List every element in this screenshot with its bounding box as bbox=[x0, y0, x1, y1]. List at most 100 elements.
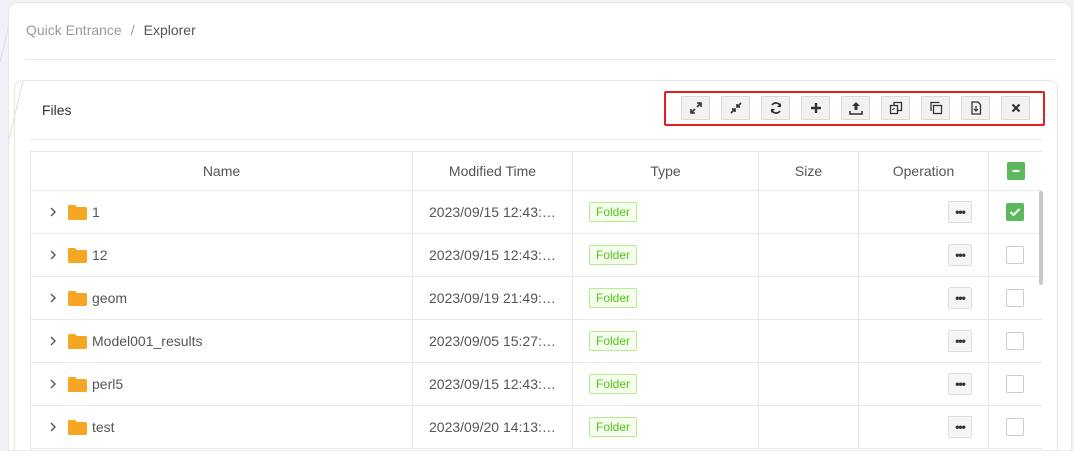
row-checkbox[interactable] bbox=[1006, 418, 1024, 436]
folder-icon bbox=[68, 419, 87, 435]
more-icon: ••• bbox=[955, 420, 966, 434]
copy-button[interactable] bbox=[881, 96, 910, 120]
chevron-right-icon[interactable] bbox=[49, 206, 58, 218]
folder-icon bbox=[68, 204, 87, 220]
minus-icon bbox=[1012, 170, 1019, 172]
more-icon: ••• bbox=[955, 205, 966, 219]
file-name[interactable]: 12 bbox=[92, 247, 108, 263]
type-cell: Folder bbox=[573, 277, 759, 319]
more-icon: ••• bbox=[955, 291, 966, 305]
table-row[interactable]: perl5 2023/09/15 12:43:… Folder ••• bbox=[31, 363, 1042, 406]
modified-time-cell: 2023/09/19 21:49:… bbox=[413, 277, 573, 319]
more-actions-button[interactable]: ••• bbox=[948, 330, 972, 352]
select-cell bbox=[989, 320, 1041, 362]
more-icon: ••• bbox=[955, 248, 966, 262]
row-checkbox[interactable] bbox=[1006, 203, 1024, 221]
row-checkbox[interactable] bbox=[1006, 375, 1024, 393]
modified-time-cell: 2023/09/15 12:43:… bbox=[413, 234, 573, 276]
copy-icon bbox=[889, 101, 902, 115]
panel-title: Files bbox=[42, 102, 72, 118]
name-cell: geom bbox=[31, 277, 413, 319]
table-row[interactable]: Model001_results 2023/09/05 15:27:… Fold… bbox=[31, 320, 1042, 363]
name-cell: 12 bbox=[31, 234, 413, 276]
chevron-right-icon[interactable] bbox=[49, 421, 58, 433]
plus-icon bbox=[810, 103, 821, 113]
column-header-type[interactable]: Type bbox=[573, 152, 759, 190]
more-actions-button[interactable]: ••• bbox=[948, 201, 972, 223]
type-badge: Folder bbox=[589, 288, 638, 308]
chevron-right-icon[interactable] bbox=[49, 249, 58, 261]
more-actions-button[interactable]: ••• bbox=[948, 244, 972, 266]
operation-cell: ••• bbox=[859, 406, 989, 448]
column-header-modified[interactable]: Modified Time bbox=[413, 152, 573, 190]
collapse-all-button[interactable] bbox=[721, 96, 750, 120]
type-cell: Folder bbox=[573, 234, 759, 276]
breadcrumb-item-quick-entrance[interactable]: Quick Entrance bbox=[26, 22, 122, 38]
column-header-name[interactable]: Name bbox=[31, 152, 413, 190]
operation-cell: ••• bbox=[859, 191, 989, 233]
refresh-button[interactable] bbox=[761, 96, 790, 120]
type-cell: Folder bbox=[573, 406, 759, 448]
chevron-right-icon[interactable] bbox=[49, 378, 58, 390]
type-badge: Folder bbox=[589, 245, 638, 265]
file-name[interactable]: Model001_results bbox=[92, 333, 203, 349]
file-name[interactable]: geom bbox=[92, 290, 127, 306]
more-icon: ••• bbox=[955, 377, 966, 391]
column-header-size[interactable]: Size bbox=[759, 152, 859, 190]
compress-icon bbox=[729, 102, 742, 114]
name-cell: Model001_results bbox=[31, 320, 413, 362]
modified-time: 2023/09/05 15:27:… bbox=[429, 333, 556, 349]
breadcrumb: Quick Entrance / Explorer bbox=[26, 22, 196, 38]
duplicate-icon bbox=[929, 101, 942, 115]
select-all-checkbox[interactable] bbox=[1006, 162, 1025, 180]
modified-time-cell: 2023/09/15 12:43:… bbox=[413, 363, 573, 405]
expand-icon bbox=[689, 102, 702, 114]
select-cell bbox=[989, 363, 1041, 405]
table-row[interactable]: 1 2023/09/15 12:43:… Folder ••• bbox=[31, 191, 1042, 234]
upload-button[interactable] bbox=[841, 96, 870, 120]
chevron-right-icon[interactable] bbox=[49, 292, 58, 304]
row-checkbox[interactable] bbox=[1006, 246, 1024, 264]
table-header: Name Modified Time Type Size Operation bbox=[31, 152, 1042, 191]
table-row[interactable]: geom 2023/09/19 21:49:… Folder ••• bbox=[31, 277, 1042, 320]
type-badge: Folder bbox=[589, 417, 638, 437]
type-cell: Folder bbox=[573, 191, 759, 233]
file-name[interactable]: 1 bbox=[92, 204, 100, 220]
size-cell bbox=[759, 277, 859, 319]
size-cell bbox=[759, 320, 859, 362]
modified-time-cell: 2023/09/15 12:43:… bbox=[413, 191, 573, 233]
panel-corner-decoration bbox=[9, 81, 24, 140]
size-cell bbox=[759, 191, 859, 233]
chevron-right-icon[interactable] bbox=[49, 335, 58, 347]
type-badge: Folder bbox=[589, 374, 638, 394]
row-checkbox[interactable] bbox=[1006, 289, 1024, 307]
select-cell bbox=[989, 191, 1041, 233]
file-name[interactable]: perl5 bbox=[92, 376, 123, 392]
table-scrollbar[interactable] bbox=[1039, 191, 1043, 285]
add-button[interactable] bbox=[801, 96, 830, 120]
breadcrumb-separator: / bbox=[130, 22, 135, 38]
breadcrumb-item-explorer: Explorer bbox=[143, 22, 196, 38]
duplicate-button[interactable] bbox=[921, 96, 950, 120]
download-button[interactable] bbox=[961, 96, 990, 120]
more-actions-button[interactable]: ••• bbox=[948, 373, 972, 395]
name-cell: perl5 bbox=[31, 363, 413, 405]
modified-time: 2023/09/15 12:43:… bbox=[429, 247, 556, 263]
column-header-select bbox=[989, 152, 1042, 190]
type-badge: Folder bbox=[589, 202, 638, 222]
more-icon: ••• bbox=[955, 334, 966, 348]
expand-all-button[interactable] bbox=[681, 96, 710, 120]
files-table: Name Modified Time Type Size Operation 1… bbox=[30, 151, 1042, 450]
more-actions-button[interactable]: ••• bbox=[948, 287, 972, 309]
panel-divider bbox=[30, 139, 1042, 140]
delete-button[interactable] bbox=[1001, 96, 1030, 120]
name-cell: 1 bbox=[31, 191, 413, 233]
table-row[interactable]: 12 2023/09/15 12:43:… Folder ••• bbox=[31, 234, 1042, 277]
row-checkbox[interactable] bbox=[1006, 332, 1024, 350]
modified-time-cell: 2023/09/20 14:13:… bbox=[413, 406, 573, 448]
more-actions-button[interactable]: ••• bbox=[948, 416, 972, 438]
table-row[interactable]: test 2023/09/20 14:13:… Folder ••• bbox=[31, 406, 1042, 449]
file-name[interactable]: test bbox=[92, 419, 115, 435]
type-badge: Folder bbox=[589, 331, 638, 351]
operation-cell: ••• bbox=[859, 234, 989, 276]
